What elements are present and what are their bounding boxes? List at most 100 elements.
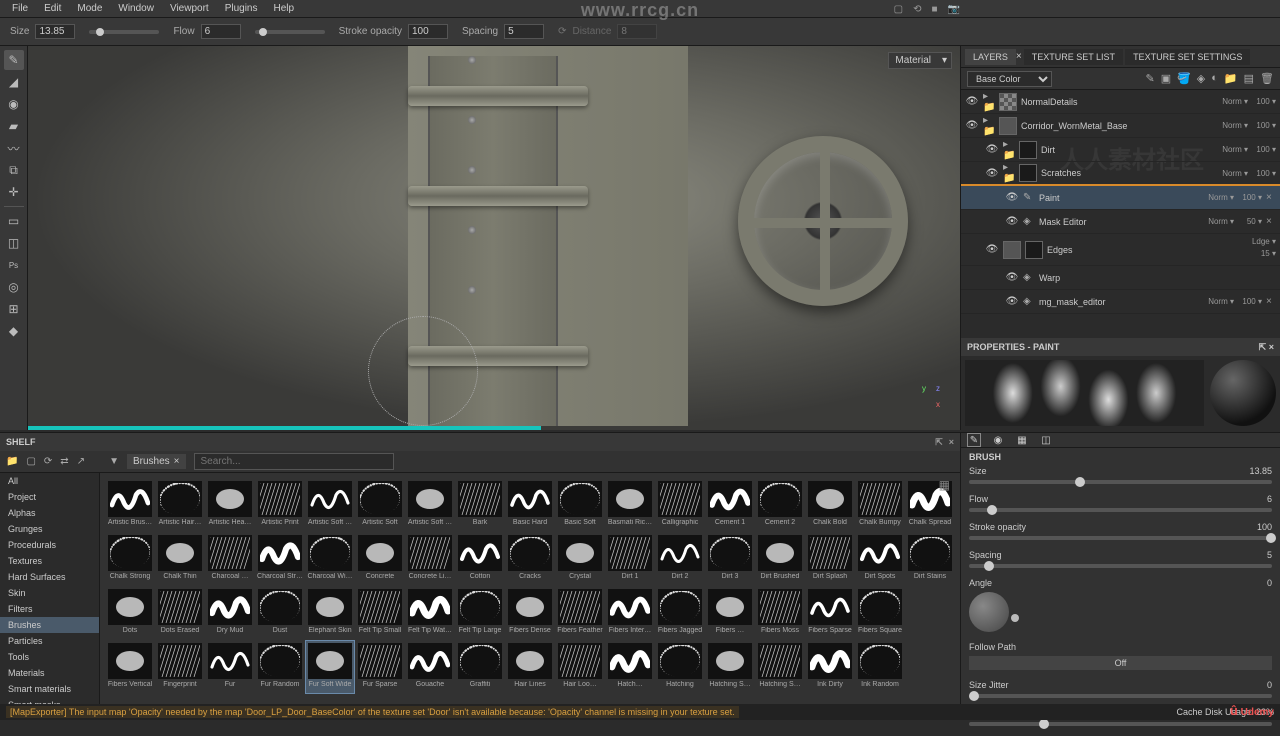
brush-tab-alpha-icon[interactable]: ◉ <box>991 433 1005 447</box>
brush-fibers-vertical[interactable]: Fibers Vertical <box>106 641 154 693</box>
material-dropdown[interactable]: Material <box>888 52 952 69</box>
menu-edit[interactable]: Edit <box>36 3 69 14</box>
visibility-icon[interactable]: 👁 <box>1005 192 1019 203</box>
opacity-input[interactable] <box>408 24 448 39</box>
brush-cotton[interactable]: Cotton <box>456 533 504 585</box>
brush-hatching[interactable]: Hatching <box>656 641 704 693</box>
link-icon[interactable]: ⇄ <box>60 456 68 467</box>
brush-fibers-feather[interactable]: Fibers Feather <box>556 587 604 639</box>
shelf-cat-materials[interactable]: Materials <box>0 665 99 681</box>
visibility-icon[interactable]: 👁 <box>985 168 999 179</box>
undock-shelf-icon[interactable]: ⇱ <box>935 437 943 447</box>
brush-felt-tip-wat-[interactable]: Felt Tip Wat… <box>406 587 454 639</box>
shelf-cat-filters[interactable]: Filters <box>0 601 99 617</box>
tab-texture-set-list[interactable]: TEXTURE SET LIST <box>1024 49 1123 65</box>
brush-chalk-strong[interactable]: Chalk Strong <box>106 533 154 585</box>
blend-mode[interactable]: Norm ▾ <box>1202 193 1234 202</box>
brush-dirt-stains[interactable]: Dirt Stains <box>906 533 954 585</box>
brush-tab-brush-icon[interactable]: ✎ <box>967 433 981 447</box>
add-effect-icon[interactable]: ✎ <box>1145 72 1154 85</box>
visibility-icon[interactable]: 👁 <box>965 120 979 131</box>
shelf-cat-procedurals[interactable]: Procedurals <box>0 537 99 553</box>
layer-opacity[interactable]: 100 ▾ <box>1252 121 1276 130</box>
layer-opacity[interactable]: 100 ▾ <box>1238 193 1262 202</box>
flow-input[interactable] <box>201 24 241 39</box>
shelf-cat-smart-materials[interactable]: Smart materials <box>0 681 99 697</box>
blend-mode[interactable]: Norm ▾ <box>1216 145 1248 154</box>
follow-path-toggle[interactable]: Off <box>969 656 1272 670</box>
brush-charcoal-str-[interactable]: Charcoal Str… <box>256 533 304 585</box>
brush-hair-loo-[interactable]: Hair Loo… <box>556 641 604 693</box>
brush-fibers-moss[interactable]: Fibers Moss <box>756 587 804 639</box>
new-icon[interactable]: ▢ <box>26 456 35 467</box>
visibility-icon[interactable]: 👁 <box>1005 216 1019 227</box>
shelf-search-input[interactable] <box>194 453 394 470</box>
brush-artistic-soft-[interactable]: Artistic Soft … <box>406 479 454 531</box>
brush-concrete[interactable]: Concrete <box>356 533 404 585</box>
layer-warp[interactable]: 👁◈Warp <box>961 266 1280 290</box>
add-group-icon[interactable]: 📁 <box>1224 72 1238 85</box>
brush-cracks[interactable]: Cracks <box>506 533 554 585</box>
refresh-icon[interactable]: ⟳ <box>44 456 52 467</box>
folder-icon[interactable]: ▸📁 <box>1003 139 1015 161</box>
shelf-cat-particles[interactable]: Particles <box>0 633 99 649</box>
brush-dust[interactable]: Dust <box>256 587 304 639</box>
brush-fur-soft-wide[interactable]: Fur Soft Wide <box>306 641 354 693</box>
layer-normaldetails[interactable]: 👁▸📁NormalDetailsNorm ▾100 ▾ <box>961 90 1280 114</box>
folder-icon[interactable]: ▸📁 <box>983 91 995 113</box>
close-icon[interactable]: × <box>1016 51 1022 62</box>
brush-dry-mud[interactable]: Dry Mud <box>206 587 254 639</box>
size-slider[interactable] <box>89 30 159 34</box>
shelf-cat-project[interactable]: Project <box>0 489 99 505</box>
brush-gouache[interactable]: Gouache <box>406 641 454 693</box>
bp-flow-slider[interactable] <box>969 508 1272 512</box>
picker-tool[interactable]: ✛ <box>4 182 24 202</box>
brush-dirt-spots[interactable]: Dirt Spots <box>856 533 904 585</box>
brush-crystal[interactable]: Crystal <box>556 533 604 585</box>
layer-dirt[interactable]: 👁▸📁DirtNorm ▾100 ▾ <box>961 138 1280 162</box>
shelf-cat-tools[interactable]: Tools <box>0 649 99 665</box>
brush-dirt-2[interactable]: Dirt 2 <box>656 533 704 585</box>
size-input[interactable] <box>35 24 75 39</box>
layer-opacity[interactable]: 50 ▾ <box>1238 217 1262 226</box>
blend-mode[interactable]: Norm ▾ <box>1202 297 1234 306</box>
menu-help[interactable]: Help <box>266 3 303 14</box>
brush-dirt-1[interactable]: Dirt 1 <box>606 533 654 585</box>
tab-texture-set-settings[interactable]: TEXTURE SET SETTINGS <box>1125 49 1250 65</box>
visibility-icon[interactable]: 👁 <box>965 96 979 107</box>
brush-fibers-inter-[interactable]: Fibers Inter… <box>606 587 654 639</box>
bp-opacity-slider[interactable] <box>969 536 1272 540</box>
brush-artistic-soft[interactable]: Artistic Soft <box>356 479 404 531</box>
export-icon[interactable]: ↗ <box>77 456 85 467</box>
add-mask-icon[interactable]: ▣ <box>1161 72 1171 85</box>
close-shelf-icon[interactable]: × <box>949 437 954 447</box>
brush-fibers-dense[interactable]: Fibers Dense <box>506 587 554 639</box>
brush-fibers-[interactable]: Fibers … <box>706 587 754 639</box>
remove-icon[interactable]: × <box>1266 192 1276 203</box>
shelf-cat-skin[interactable]: Skin <box>0 585 99 601</box>
add-layer-icon[interactable]: ▤ <box>1244 72 1254 85</box>
visibility-icon[interactable]: 👁 <box>1005 296 1019 307</box>
brush-artistic-hair-[interactable]: Artistic Hair… <box>156 479 204 531</box>
brush-charcoal-[interactable]: Charcoal … <box>206 533 254 585</box>
paint-tool[interactable]: ✎ <box>4 50 24 70</box>
brush-hair-lines[interactable]: Hair Lines <box>506 641 554 693</box>
brush-basic-soft[interactable]: Basic Soft <box>556 479 604 531</box>
brush-fur-sparse[interactable]: Fur Sparse <box>356 641 404 693</box>
brush-dots-erased[interactable]: Dots Erased <box>156 587 204 639</box>
brush-chalk-bold[interactable]: Chalk Bold <box>806 479 854 531</box>
bp-spacing-slider[interactable] <box>969 564 1272 568</box>
brush-tab-material-icon[interactable]: ◫ <box>1039 433 1053 447</box>
shelf-cat-textures[interactable]: Textures <box>0 553 99 569</box>
import-icon[interactable]: 📁 <box>6 456 18 467</box>
bp-fjitter-slider[interactable] <box>969 722 1272 726</box>
brush-concrete-li-[interactable]: Concrete Li… <box>406 533 454 585</box>
shelf-cat-brushes[interactable]: Brushes <box>0 617 99 633</box>
smudge-tool[interactable]: 〰 <box>4 138 24 158</box>
brush-ink-dirty[interactable]: Ink Dirty <box>806 641 854 693</box>
axis-gizmo[interactable]: yzx <box>918 384 948 414</box>
add-adjustment-icon[interactable]: ◐ <box>1211 72 1218 85</box>
brush-artistic-brus-[interactable]: Artistic Brus… <box>106 479 154 531</box>
remove-icon[interactable]: × <box>1266 216 1276 227</box>
blend-mode[interactable]: Norm ▾ <box>1216 97 1248 106</box>
